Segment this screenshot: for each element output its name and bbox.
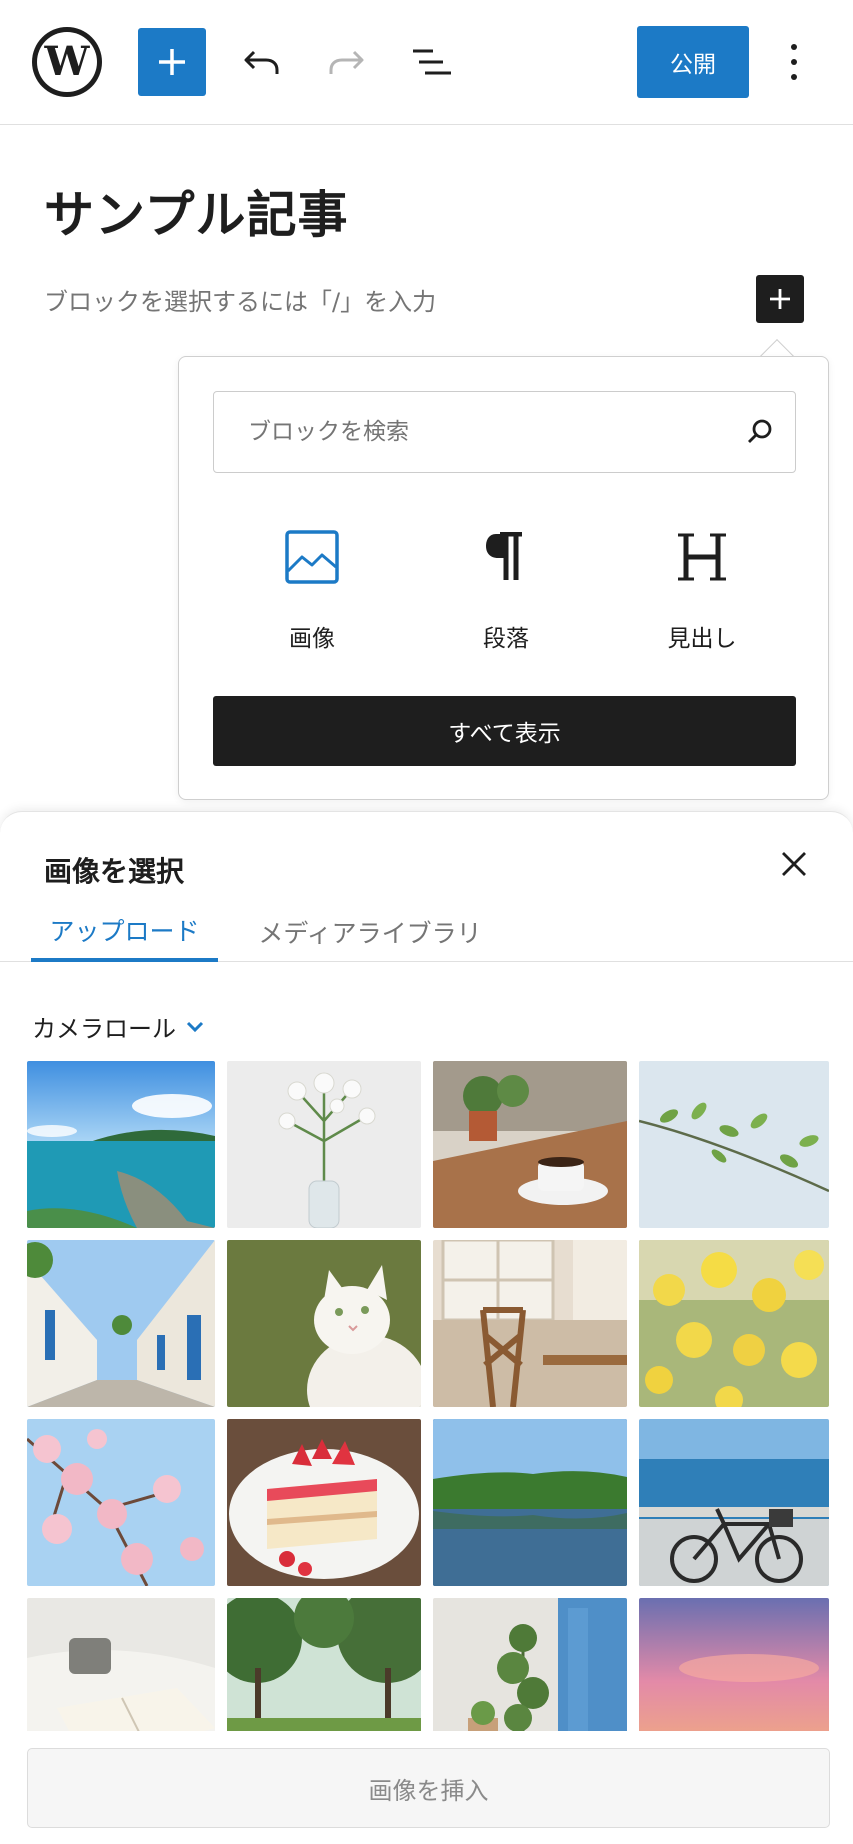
more-options-button[interactable] [776, 38, 812, 86]
block-item-label: 見出し [667, 626, 737, 652]
photo-thumbnail[interactable] [27, 1240, 215, 1407]
wooden-chair-window-photo [433, 1240, 627, 1407]
block-item-image[interactable]: 画像 [237, 517, 387, 653]
photo-thumbnail[interactable] [27, 1061, 215, 1228]
photo-thumbnail[interactable] [639, 1598, 829, 1731]
album-selector[interactable]: カメラロール [32, 1009, 204, 1044]
lake-forest-photo [433, 1419, 627, 1586]
wordpress-logo-icon[interactable]: W [32, 27, 102, 97]
block-search-input[interactable] [248, 419, 745, 445]
yellow-rapeseed-flowers-photo [639, 1240, 829, 1407]
more-vertical-icon [791, 44, 797, 50]
tab-media-library[interactable]: メディアライブラリ [240, 902, 500, 962]
block-placeholder[interactable]: ブロックを選択するには「/」を入力 [44, 282, 436, 317]
photo-thumbnail[interactable] [639, 1061, 829, 1228]
photo-thumbnail[interactable] [227, 1240, 421, 1407]
sunset-sky-photo [639, 1598, 829, 1731]
block-inserter-toggle-button[interactable] [138, 28, 206, 96]
close-icon [782, 852, 806, 876]
photo-thumbnail[interactable] [227, 1061, 421, 1228]
plus-icon [159, 49, 185, 75]
redo-button[interactable] [318, 34, 374, 90]
insert-image-button[interactable]: 画像を挿入 [27, 1748, 830, 1828]
heading-icon [678, 533, 726, 581]
sheet-title: 画像を選択 [44, 855, 185, 888]
paragraph-icon [486, 532, 522, 580]
list-view-button[interactable] [404, 34, 460, 90]
park-trees-photo [227, 1598, 421, 1731]
close-button[interactable] [772, 842, 816, 886]
photo-thumbnail[interactable] [433, 1419, 627, 1586]
image-icon [285, 530, 339, 584]
undo-button[interactable] [234, 34, 290, 90]
quick-inserter-popover: 画像 段落 見出し すべて表示 [178, 356, 829, 800]
list-view-icon [413, 49, 451, 75]
logo-letter: W [44, 38, 90, 85]
block-item-paragraph[interactable]: 段落 [431, 517, 581, 653]
publish-button[interactable]: 公開 [637, 26, 749, 98]
show-all-blocks-button[interactable]: すべて表示 [213, 696, 796, 766]
photo-thumbnail[interactable] [433, 1598, 627, 1731]
green-branch-photo [639, 1061, 829, 1228]
photo-thumbnail[interactable] [639, 1240, 829, 1407]
white-flowers-vase-photo [227, 1061, 421, 1228]
tab-upload[interactable]: アップロード [31, 902, 218, 962]
plus-icon [770, 289, 790, 309]
media-source-tabs: アップロード メディアライブラリ [0, 902, 853, 962]
photo-thumbnail[interactable] [639, 1419, 829, 1586]
plant-blue-door-photo [433, 1598, 627, 1731]
redo-icon [329, 50, 364, 74]
block-item-heading[interactable]: 見出し [627, 517, 777, 653]
coffee-on-table-photo [433, 1061, 627, 1228]
photo-thumbnail[interactable] [433, 1061, 627, 1228]
album-label: カメラロール [32, 1015, 176, 1043]
photo-thumbnail[interactable] [227, 1598, 421, 1731]
block-item-label: 画像 [289, 626, 335, 652]
search-icon [748, 419, 772, 443]
post-title[interactable]: サンプル記事 [44, 175, 349, 247]
image-picker-sheet: 画像を選択 アップロード メディアライブラリ カメラロール 画像を挿入 [0, 811, 853, 1844]
chevron-down-icon [186, 1021, 204, 1032]
photo-thumbnail[interactable] [27, 1598, 215, 1731]
seaside-coast-photo [27, 1061, 215, 1228]
strawberry-cake-photo [227, 1419, 421, 1586]
cherry-blossoms-photo [27, 1419, 215, 1586]
undo-icon [244, 50, 279, 74]
white-alley-blue-doors-photo [27, 1240, 215, 1407]
block-search-field[interactable] [213, 391, 796, 473]
photo-thumbnail[interactable] [27, 1419, 215, 1586]
inline-add-block-button[interactable] [756, 275, 804, 323]
photo-thumbnail[interactable] [433, 1240, 627, 1407]
photo-grid [27, 1061, 830, 1731]
editor-toolbar: W 公開 [0, 0, 853, 125]
photo-thumbnail[interactable] [227, 1419, 421, 1586]
bed-book-mug-photo [27, 1598, 215, 1731]
block-item-label: 段落 [483, 626, 529, 652]
bicycle-by-sea-photo [639, 1419, 829, 1586]
white-cat-photo [227, 1240, 421, 1407]
